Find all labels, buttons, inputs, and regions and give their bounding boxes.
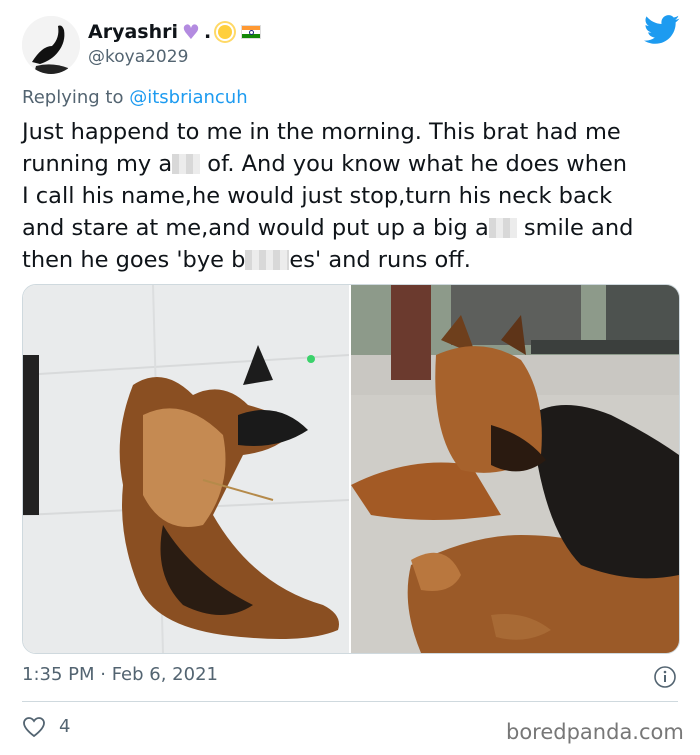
avatar[interactable] [22,16,80,74]
watermark: boredpanda.com [506,720,684,744]
twitter-bird-icon [644,15,680,44]
purple-heart-icon: ♥ [182,20,200,44]
display-name-dot: . [203,21,212,43]
tweet-text: Just happend to me in the morning. This … [22,116,682,276]
sun-icon [218,25,233,39]
heart-outline-icon[interactable] [22,716,46,738]
divider [22,701,678,702]
reply-mention-link[interactable]: @itsbriancuh [129,87,247,108]
dog-photo-lying-down[interactable] [351,285,679,653]
censored-word [172,154,201,174]
photo-grid [22,284,680,654]
india-flag-icon [241,25,262,39]
censored-word [245,250,290,270]
tweet-card: Aryashri ♥ . @koya2029 Replying to @itsb… [0,0,700,755]
display-name-text: Aryashri [88,21,178,43]
replying-to: Replying to @itsbriancuh [22,87,248,108]
dog-photo-lying-on-back[interactable] [23,285,349,653]
tweet-timestamp[interactable]: 1:35 PM · Feb 6, 2021 [22,664,218,685]
tweet-text-segment: es' and runs off. [289,247,471,273]
info-icon[interactable] [653,665,677,689]
censored-word [488,218,517,238]
user-handle[interactable]: @koya2029 [88,47,188,67]
replying-prefix: Replying to [22,87,130,108]
like-count: 4 [59,716,71,737]
display-name[interactable]: Aryashri ♥ . [88,20,262,44]
